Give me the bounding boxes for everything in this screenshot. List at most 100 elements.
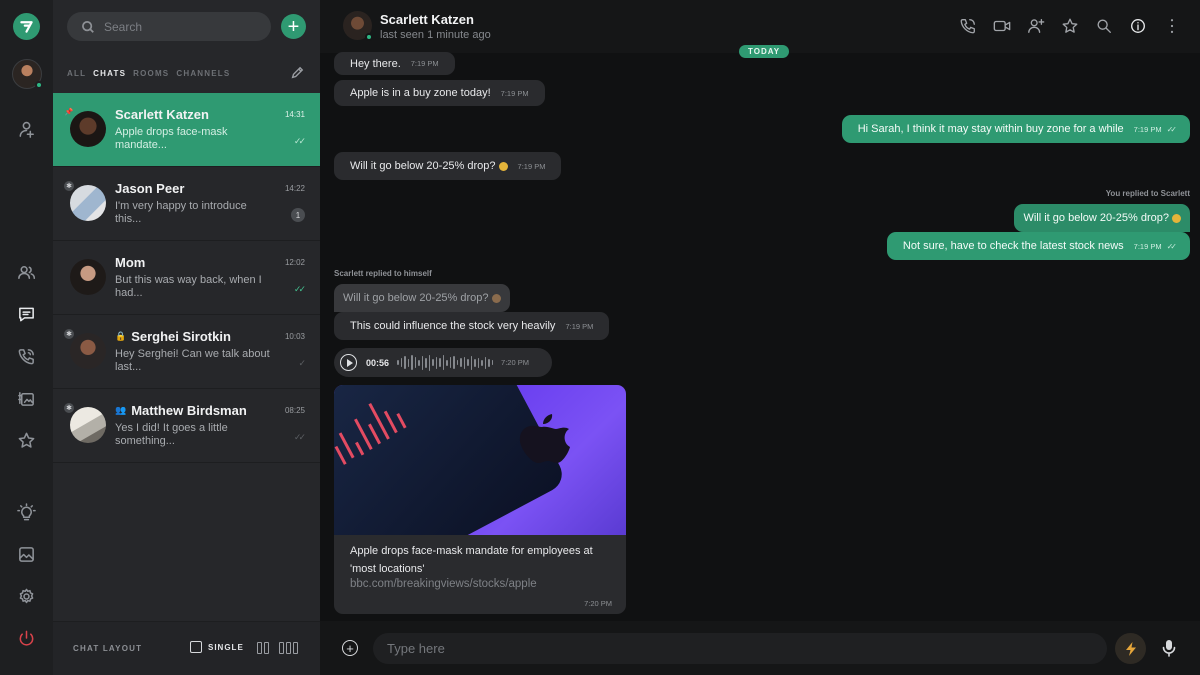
- gallery-icon[interactable]: [16, 544, 37, 565]
- unread-badge: 1: [291, 208, 305, 222]
- new-chat-button[interactable]: +: [281, 14, 306, 39]
- search-bar[interactable]: [67, 12, 271, 41]
- favorites-icon[interactable]: [16, 430, 37, 451]
- chat-preview: But this was way back, when I had...: [115, 274, 262, 299]
- attach-icon[interactable]: +: [342, 640, 358, 656]
- add-participant-icon[interactable]: [1026, 16, 1046, 36]
- chat-item-matthew-birdsman[interactable]: ✱ 👥 Matthew Birdsman Yes I did! It goes a…: [53, 389, 320, 463]
- lightning-icon: [1125, 641, 1136, 656]
- message-outgoing[interactable]: Hi Sarah, I think it may stay within buy…: [841, 115, 1190, 143]
- tab-rooms[interactable]: ROOMS: [133, 69, 169, 78]
- chat-preview: Yes I did! It goes a little something...: [115, 422, 228, 447]
- date-divider-badge: TODAY: [739, 45, 790, 58]
- single-layout-icon: [190, 641, 202, 653]
- video-call-icon[interactable]: [992, 16, 1012, 36]
- chats-icon[interactable]: [16, 304, 37, 325]
- avatar: [70, 333, 106, 369]
- link-url[interactable]: bbc.com/breakingviews/stocks/apple: [350, 578, 537, 590]
- reply-note: Scarlett replied to himself: [334, 269, 432, 278]
- chat-item-jason-peer[interactable]: ✱ Jason Peer I'm very happy to introduce…: [53, 167, 320, 241]
- message-text: Not sure, have to check the latest stock…: [902, 240, 1124, 252]
- settings-icon[interactable]: [16, 586, 37, 607]
- chat-time: 12:02: [284, 258, 305, 267]
- read-receipt-icon: ✓✓: [293, 432, 306, 442]
- layout-triple-button[interactable]: [279, 642, 298, 654]
- pin-icon: 📌: [64, 109, 74, 116]
- chat-item-serghei-sirotkin[interactable]: ✱ 🔒 Serghei Sirotkin Hey Serghei! Can we …: [53, 315, 320, 389]
- edit-icon[interactable]: [290, 66, 304, 80]
- avatar: [70, 259, 106, 295]
- read-receipt-icon: ✓✓: [293, 136, 306, 146]
- layout-double-button[interactable]: [257, 642, 269, 654]
- apple-logo-icon: [519, 414, 570, 463]
- star-icon[interactable]: [1060, 16, 1080, 36]
- chat-name: Mom: [115, 255, 146, 270]
- tab-channels[interactable]: CHANNELS: [176, 69, 230, 78]
- voice-call-icon[interactable]: [958, 16, 978, 36]
- contact-avatar[interactable]: [343, 11, 373, 41]
- contacts-icon[interactable]: [16, 262, 37, 283]
- stories-icon[interactable]: [16, 388, 37, 409]
- app-logo-icon[interactable]: [13, 13, 40, 40]
- message-incoming[interactable]: This could influence the stock very heav…: [334, 312, 610, 340]
- quoted-message[interactable]: Will it go below 20-25% drop?: [334, 284, 510, 312]
- power-icon[interactable]: [16, 628, 37, 649]
- more-options-icon[interactable]: [1162, 16, 1182, 36]
- message-time: 7:20 PM: [501, 358, 529, 367]
- message-incoming[interactable]: Apple is in a buy zone today! 7:19 PM: [334, 80, 545, 106]
- user-avatar[interactable]: [12, 59, 43, 89]
- chat-name: Matthew Birdsman: [131, 403, 247, 418]
- voice-duration: 00:56: [366, 357, 390, 368]
- message-text: Apple is in a buy zone today!: [350, 87, 491, 99]
- chat-item-mom[interactable]: Mom But this was way back, when I had...…: [53, 241, 320, 315]
- quoted-message[interactable]: Will it go below 20-25% drop?: [1014, 204, 1190, 232]
- microphone-icon[interactable]: [1158, 637, 1180, 659]
- tab-all[interactable]: ALL: [67, 69, 86, 78]
- search-input[interactable]: [104, 19, 254, 34]
- chat-time: 14:31: [284, 110, 305, 119]
- chat-time: 08:25: [284, 406, 305, 415]
- layout-single-button[interactable]: SINGLE: [190, 641, 244, 653]
- sent-receipt-icon: ✓: [298, 358, 305, 368]
- message-incoming[interactable]: Hey there. 7:19 PM: [334, 52, 455, 75]
- message-input[interactable]: [373, 633, 1107, 664]
- chat-layout-label: CHAT LAYOUT: [73, 644, 143, 653]
- chat-item-scarlett-katzen[interactable]: 📌 Scarlett Katzen Apple drops face-mask …: [53, 93, 320, 167]
- link-preview-card[interactable]: Apple drops face-mask mandate for employ…: [334, 385, 626, 614]
- nav-rail: [0, 0, 53, 675]
- online-status-dot: [365, 33, 373, 41]
- message-time: 7:19 PM: [410, 59, 439, 68]
- chat-list-panel: + ALL CHATS ROOMS CHANNELS 📌 Scarlett Ka…: [53, 0, 320, 675]
- calls-icon[interactable]: [16, 346, 37, 367]
- thinking-emoji-icon: [491, 293, 501, 303]
- waveform[interactable]: [397, 354, 494, 372]
- lock-icon: 🔒: [115, 331, 127, 341]
- quick-action-button[interactable]: [1115, 633, 1146, 664]
- message-time: 7:19 PM: [565, 321, 594, 331]
- chat-preview: Hey Serghei! Can we talk about last...: [115, 348, 270, 373]
- message-outgoing[interactable]: Not sure, have to check the latest stock…: [886, 232, 1190, 260]
- lightbulb-icon[interactable]: [16, 502, 37, 523]
- reply-note: You replied to Scarlett: [1105, 189, 1190, 198]
- chat-time: 14:22: [284, 184, 305, 193]
- layout-single-label: SINGLE: [208, 642, 244, 652]
- message-composer: +: [320, 621, 1200, 675]
- header-toolbar: [958, 16, 1182, 36]
- message-text: This could influence the stock very heav…: [350, 320, 556, 332]
- add-contact-icon[interactable]: [16, 119, 37, 140]
- chat-filter-tabs: ALL CHATS ROOMS CHANNELS: [67, 69, 230, 78]
- voice-message[interactable]: 00:56 7:20 PM: [334, 348, 552, 377]
- message-time: 7:19 PM: [1133, 124, 1162, 134]
- contact-name[interactable]: Scarlett Katzen: [380, 12, 474, 27]
- chat-name: Serghei Sirotkin: [131, 329, 231, 344]
- info-icon[interactable]: [1128, 16, 1148, 36]
- tab-chats[interactable]: CHATS: [93, 69, 126, 78]
- quoted-text: Will it go below 20-25% drop?: [343, 292, 489, 304]
- group-icon: 👥: [115, 405, 127, 415]
- search-icon[interactable]: [1094, 16, 1114, 36]
- avatar: [70, 407, 106, 443]
- avatar: [70, 111, 106, 147]
- message-incoming[interactable]: Will it go below 20-25% drop? 7:19 PM: [334, 152, 562, 180]
- play-icon[interactable]: [340, 354, 357, 371]
- chat-preview: Apple drops face-mask mandate...: [115, 126, 228, 151]
